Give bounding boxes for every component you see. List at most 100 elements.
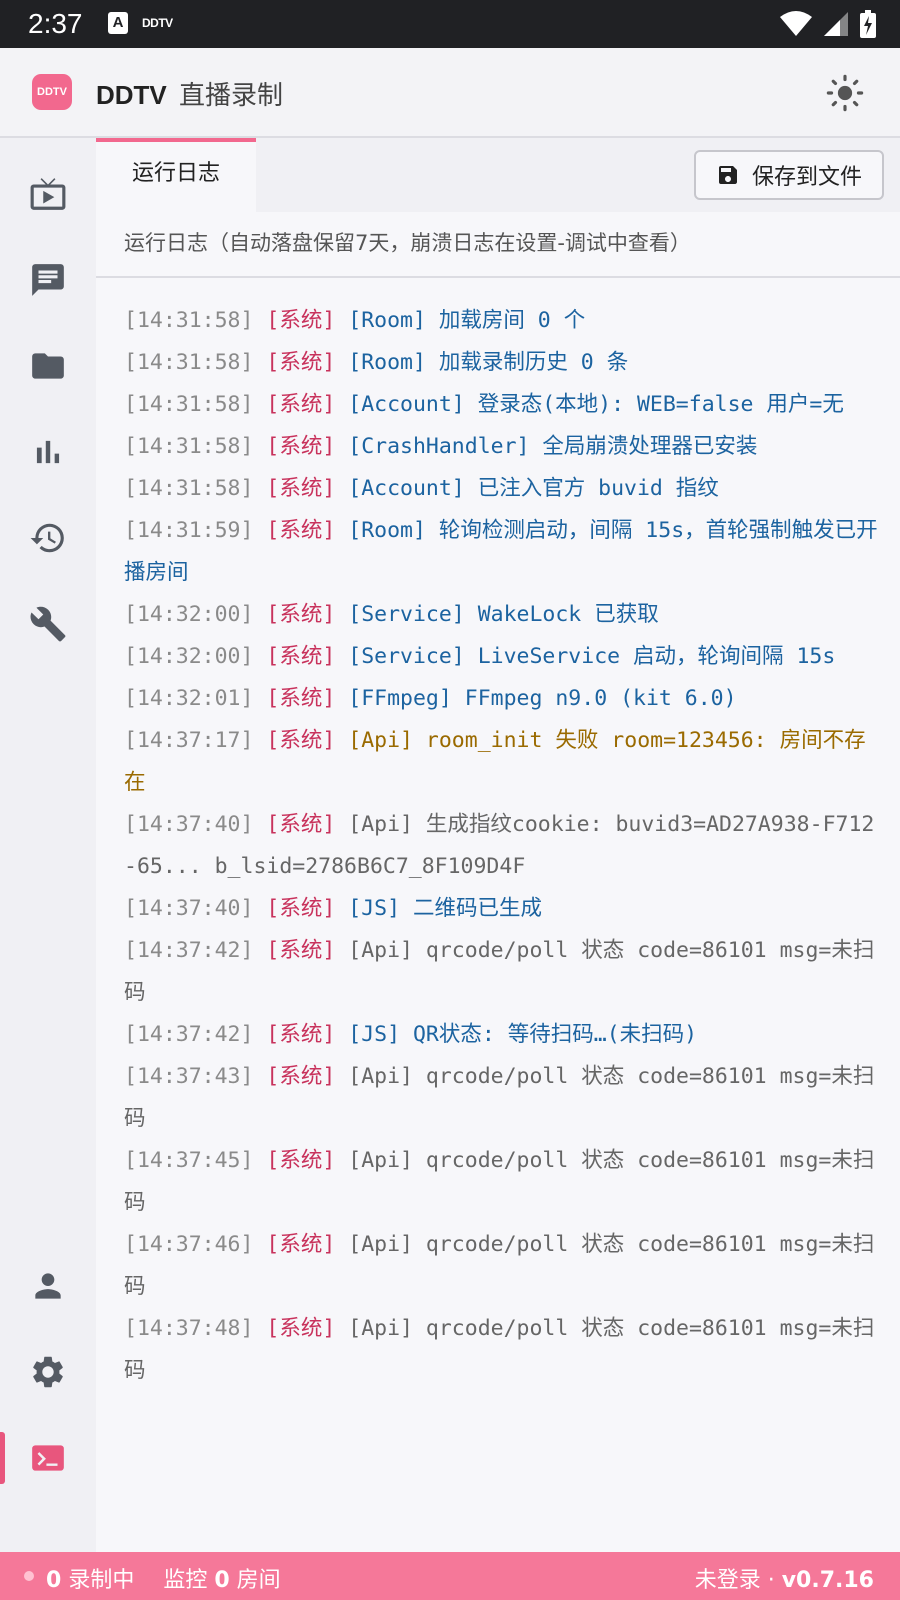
log-source-tag: [系统] bbox=[266, 1148, 336, 1173]
log-message: [FFmpeg] FFmpeg n9.0 (kit 6.0) bbox=[348, 686, 737, 711]
log-timestamp: [14:37:40] bbox=[124, 896, 254, 921]
app-bar: DDTV DDTV 直播录制 bbox=[0, 48, 900, 138]
log-line: [14:37:40] [系统] [Api] 生成指纹cookie: buvid3… bbox=[124, 804, 884, 888]
nav-files[interactable] bbox=[0, 334, 96, 398]
log-message: [JS] 二维码已生成 bbox=[348, 896, 542, 921]
chat-icon bbox=[32, 264, 64, 296]
log-timestamp: [14:32:00] bbox=[124, 644, 254, 669]
log-line: [14:37:43] [系统] [Api] qrcode/poll 状态 cod… bbox=[124, 1056, 884, 1140]
log-line: [14:31:58] [系统] [Account] 已注入官方 buvid 指纹 bbox=[124, 468, 884, 510]
gear-icon bbox=[33, 1356, 63, 1388]
log-line: [14:31:58] [系统] [CrashHandler] 全局崩溃处理器已安… bbox=[124, 426, 884, 468]
notification-a-icon: A bbox=[108, 12, 128, 34]
nav-danmaku[interactable] bbox=[0, 248, 96, 312]
log-line: [14:31:59] [系统] [Room] 轮询检测启动，间隔 15s，首轮强… bbox=[124, 510, 884, 594]
log-source-tag: [系统] bbox=[266, 938, 336, 963]
log-line: [14:31:58] [系统] [Room] 加载录制历史 0 条 bbox=[124, 342, 884, 384]
recording-dot-icon bbox=[24, 1571, 34, 1581]
app-title: DDTV 直播录制 bbox=[96, 75, 283, 112]
tab-bar: 运行日志 保存到文件 bbox=[96, 138, 900, 212]
terminal-icon bbox=[32, 1445, 64, 1471]
log-message: [Room] 加载房间 0 个 bbox=[348, 308, 586, 333]
save-button-label: 保存到文件 bbox=[751, 165, 862, 190]
app-title-brand: DDTV bbox=[96, 80, 167, 110]
log-source-tag: [系统] bbox=[266, 1316, 336, 1341]
log-line: [14:37:48] [系统] [Api] qrcode/poll 状态 cod… bbox=[124, 1308, 884, 1392]
log-line: [14:37:42] [系统] [Api] qrcode/poll 状态 cod… bbox=[124, 930, 884, 1014]
log-message: [Service] LiveService 启动，轮询间隔 15s bbox=[348, 644, 836, 669]
nav-history[interactable] bbox=[0, 506, 96, 570]
log-source-tag: [系统] bbox=[266, 350, 336, 375]
tab-run-log[interactable]: 运行日志 bbox=[96, 138, 256, 212]
wifi-icon bbox=[780, 11, 812, 36]
log-source-tag: [系统] bbox=[266, 434, 336, 459]
log-timestamp: [14:37:48] bbox=[124, 1316, 254, 1341]
log-timestamp: [14:37:40] bbox=[124, 812, 254, 837]
save-icon bbox=[718, 166, 737, 184]
log-source-tag: [系统] bbox=[266, 896, 336, 921]
monitor-count: 0 bbox=[214, 1568, 230, 1593]
nav-logs[interactable] bbox=[0, 1426, 96, 1490]
nav-account[interactable] bbox=[0, 1254, 96, 1318]
log-line: [14:32:01] [系统] [FFmpeg] FFmpeg n9.0 (ki… bbox=[124, 678, 884, 720]
log-timestamp: [14:37:17] bbox=[124, 728, 254, 753]
log-source-tag: [系统] bbox=[266, 1232, 336, 1257]
log-timestamp: [14:31:59] bbox=[124, 518, 254, 543]
log-source-tag: [系统] bbox=[266, 812, 336, 837]
log-message: [CrashHandler] 全局崩溃处理器已安装 bbox=[348, 434, 758, 459]
log-line: [14:37:40] [系统] [JS] 二维码已生成 bbox=[124, 888, 884, 930]
log-line: [14:37:45] [系统] [Api] qrcode/poll 状态 cod… bbox=[124, 1140, 884, 1224]
nav-live-tv[interactable] bbox=[0, 162, 96, 226]
log-source-tag: [系统] bbox=[266, 644, 336, 669]
log-timestamp: [14:37:45] bbox=[124, 1148, 254, 1173]
nav-tools[interactable] bbox=[0, 592, 96, 656]
theme-toggle-sun-icon[interactable] bbox=[826, 74, 864, 112]
app-version: v0.7.16 bbox=[781, 1568, 874, 1593]
history-icon bbox=[30, 523, 64, 553]
log-message: [JS] QR状态: 等待扫码…(未扫码) bbox=[348, 1022, 698, 1047]
log-source-tag: [系统] bbox=[266, 476, 336, 501]
save-to-file-button[interactable]: 保存到文件 bbox=[694, 150, 884, 200]
monitor-prefix: 监控 bbox=[163, 1568, 208, 1593]
app-title-sub: 直播录制 bbox=[179, 81, 284, 111]
log-message: [Account] 已注入官方 buvid 指纹 bbox=[348, 476, 719, 501]
log-timestamp: [14:32:01] bbox=[124, 686, 254, 711]
log-timestamp: [14:37:46] bbox=[124, 1232, 254, 1257]
log-timestamp: [14:37:43] bbox=[124, 1064, 254, 1089]
log-timestamp: [14:31:58] bbox=[124, 434, 254, 459]
log-message: [Service] WakeLock 已获取 bbox=[348, 602, 659, 627]
log-source-tag: [系统] bbox=[266, 728, 336, 753]
recording-label: 录制中 bbox=[68, 1568, 135, 1593]
footer-separator: · bbox=[767, 1568, 775, 1593]
log-output[interactable]: [14:31:58] [系统] [Room] 加载房间 0 个 [14:31:58… bbox=[124, 300, 884, 1392]
status-footer: 0 录制中 监控 0 房间 未登录 · v0.7.16 bbox=[0, 1552, 900, 1600]
footer-right: 未登录 · v0.7.16 bbox=[695, 1562, 874, 1594]
battery-charging-icon bbox=[860, 10, 876, 38]
log-source-tag: [系统] bbox=[266, 602, 336, 627]
footer-left: 0 录制中 监控 0 房间 bbox=[46, 1562, 281, 1594]
nav-settings[interactable] bbox=[0, 1340, 96, 1404]
log-line: [14:31:58] [系统] [Account] 登录态(本地): WEB=f… bbox=[124, 384, 884, 426]
sidebar-nav bbox=[0, 138, 96, 1552]
log-description: 运行日志（自动落盘保留7天，崩溃日志在设置-调试中查看） bbox=[96, 212, 900, 278]
log-line: [14:32:00] [系统] [Service] LiveService 启动… bbox=[124, 636, 884, 678]
folder-icon bbox=[32, 353, 64, 379]
nav-stats[interactable] bbox=[0, 420, 96, 484]
log-timestamp: [14:32:00] bbox=[124, 602, 254, 627]
log-source-tag: [系统] bbox=[266, 686, 336, 711]
log-source-tag: [系统] bbox=[266, 1064, 336, 1089]
app-logo: DDTV bbox=[32, 74, 72, 110]
main-content: 运行日志 保存到文件 运行日志（自动落盘保留7天，崩溃日志在设置-调试中查看） … bbox=[96, 138, 900, 1552]
status-time: 2:37 bbox=[28, 8, 83, 39]
log-message: [Room] 加载录制历史 0 条 bbox=[348, 350, 629, 375]
log-line: [14:31:58] [系统] [Room] 加载房间 0 个 bbox=[124, 300, 884, 342]
notification-ddtv-icon: DDTV bbox=[142, 16, 173, 30]
log-timestamp: [14:31:58] bbox=[124, 392, 254, 417]
log-line: [14:32:00] [系统] [Service] WakeLock 已获取 bbox=[124, 594, 884, 636]
log-timestamp: [14:31:58] bbox=[124, 308, 254, 333]
log-message: [Account] 登录态(本地): WEB=false 用户=无 bbox=[348, 392, 844, 417]
log-timestamp: [14:37:42] bbox=[124, 938, 254, 963]
log-source-tag: [系统] bbox=[266, 1022, 336, 1047]
log-source-tag: [系统] bbox=[266, 308, 336, 333]
live-tv-icon bbox=[30, 178, 66, 210]
